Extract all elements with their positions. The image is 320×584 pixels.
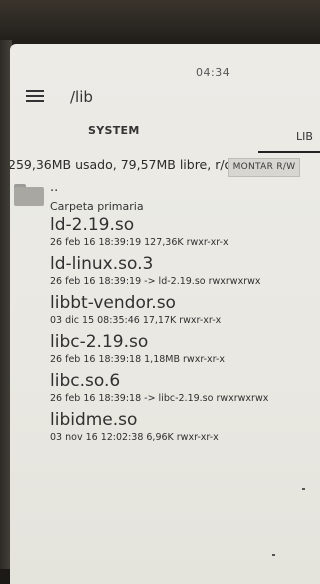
file-name: libbt-vendor.so <box>50 293 176 313</box>
file-name: ld-linux.so.3 <box>50 254 154 274</box>
file-name: ld-2.19.so <box>50 215 135 235</box>
file-item[interactable]: libc-2.19.so 26 feb 16 18:39:18 1,18MB r… <box>50 332 225 366</box>
file-meta: 26 feb 16 18:39:19 127,36K rwxr-xr-x <box>50 237 229 248</box>
file-name: libidme.so <box>50 410 138 430</box>
file-meta: 26 feb 16 18:39:18 1,18MB rwxr-xr-x <box>50 354 226 365</box>
tab-system[interactable]: SYSTEM <box>88 124 140 137</box>
file-meta: 03 dic 15 08:35:46 17,17K rwxr-xr-x <box>50 315 222 326</box>
screen-speck <box>272 554 275 556</box>
active-tab-indicator <box>258 151 320 153</box>
file-name: libc.so.6 <box>50 371 121 391</box>
folder-icon[interactable] <box>14 184 44 206</box>
parent-folder-label[interactable]: Carpeta primaria <box>50 200 144 213</box>
device-bezel-top <box>0 0 320 46</box>
file-name: libc-2.19.so <box>50 332 149 352</box>
file-item[interactable]: ld-2.19.so 26 feb 16 18:39:19 127,36K rw… <box>50 215 229 249</box>
tab-lib[interactable]: LIB <box>296 130 313 143</box>
file-meta: 26 feb 16 18:39:18 -> libc-2.19.so rwxrw… <box>50 393 269 404</box>
device-screen: 04:34 /lib SYSTEM LIB 259,36MB usado, 79… <box>10 44 320 584</box>
storage-info: 259,36MB usado, 79,57MB libre, r/o <box>10 157 233 172</box>
file-item[interactable]: libidme.so 03 nov 16 12:02:38 6,96K rwxr… <box>50 410 219 444</box>
menu-icon[interactable] <box>26 90 44 102</box>
current-path: /lib <box>70 88 93 106</box>
file-item[interactable]: ld-linux.so.3 26 feb 16 18:39:19 -> ld-2… <box>50 254 261 288</box>
parent-folder-dots[interactable]: .. <box>50 180 58 195</box>
file-item[interactable]: libbt-vendor.so 03 dic 15 08:35:46 17,17… <box>50 293 221 327</box>
file-meta: 26 feb 16 18:39:19 -> ld-2.19.so rwxrwxr… <box>50 276 261 287</box>
status-clock: 04:34 <box>196 66 231 79</box>
file-meta: 03 nov 16 12:02:38 6,96K rwxr-xr-x <box>50 432 219 443</box>
file-item[interactable]: libc.so.6 26 feb 16 18:39:18 -> libc-2.1… <box>50 371 268 405</box>
mount-rw-button[interactable]: MONTAR R/W <box>228 158 300 177</box>
screen-speck <box>302 488 305 490</box>
